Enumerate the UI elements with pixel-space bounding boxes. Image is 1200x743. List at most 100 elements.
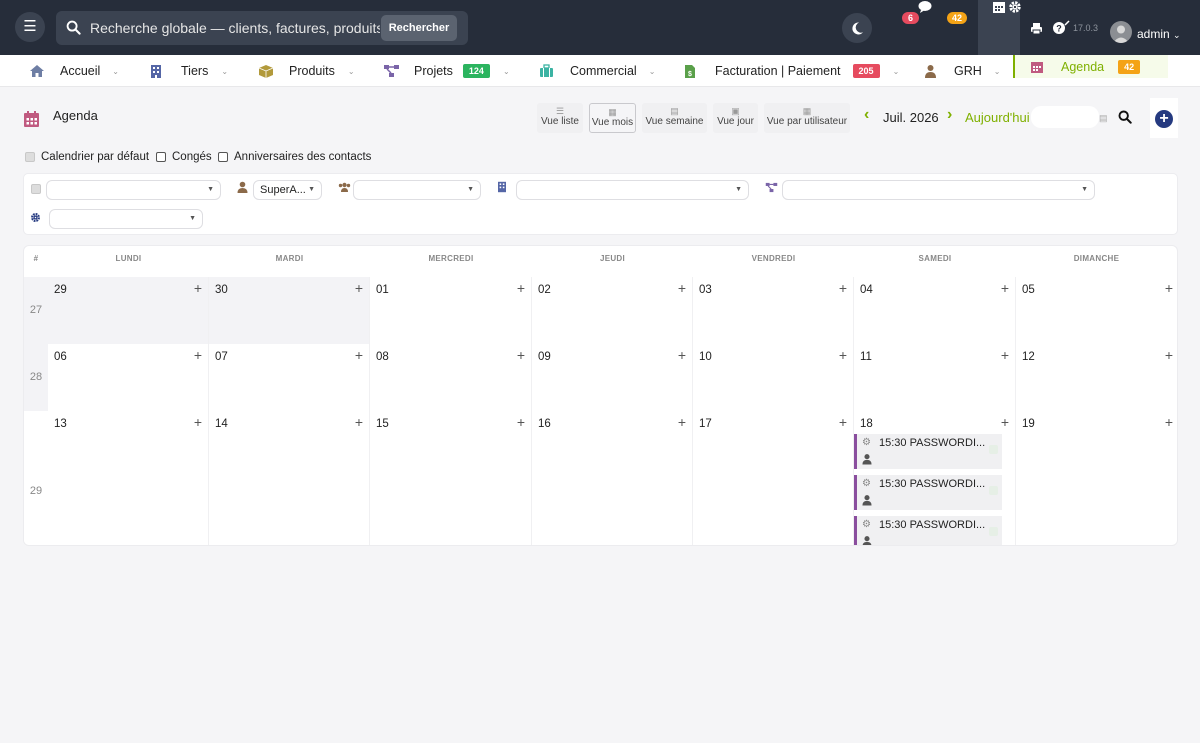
project-select[interactable]: ▼ [782,180,1095,200]
add-event-icon[interactable]: + [517,280,525,296]
add-event-icon[interactable]: + [839,347,847,363]
view-label: Vue liste [541,116,579,127]
day-cell[interactable]: 11 + [854,344,1016,411]
add-event-icon[interactable]: + [517,414,525,430]
add-event-icon[interactable]: + [194,280,202,296]
add-event-icon[interactable]: + [1165,280,1173,296]
add-event-icon[interactable]: + [1001,280,1009,296]
nav-label: Facturation | Paiement [715,64,841,78]
nav-item-agenda[interactable]: Agenda 42 [1013,55,1168,78]
view-week-button[interactable]: ▤ Vue semaine [642,103,707,133]
user-group-select[interactable]: ▼ [353,180,481,200]
day-number: 16 [538,418,551,430]
add-event-icon[interactable]: + [355,347,363,363]
day-cell[interactable]: 02 + [532,277,693,344]
checkbox[interactable] [25,152,35,162]
day-cell[interactable]: 13 + [48,411,209,545]
agenda-count-badge[interactable]: 42 [947,12,968,24]
add-event-icon[interactable]: + [839,280,847,296]
holidays-check[interactable]: Congés [156,151,212,163]
day-cell[interactable]: 03 + [693,277,854,344]
day-cell[interactable]: 09 + [532,344,693,411]
day-cell[interactable]: 30 + [209,277,370,344]
day-cell[interactable]: 18 + ⚙ 15:30 PASSWORDI... ⚙ 15:30 PASSWOR… [854,411,1016,545]
avatar[interactable] [1110,21,1132,43]
search-button[interactable]: Rechercher [381,15,457,41]
status-select[interactable]: ▼ [49,209,203,229]
add-event-button[interactable]: + [1155,110,1173,128]
view-list-button[interactable]: ☰ Vue liste [537,103,583,133]
add-event-icon[interactable]: + [1001,414,1009,430]
day-cell[interactable]: 15 + [370,411,532,545]
day-cell[interactable]: 16 + [532,411,693,545]
nav-item-commercial[interactable]: Commercial ⌄ [539,55,655,87]
view-per-user-button[interactable]: ▦ Vue par utilisateur [764,103,850,133]
day-number: 15 [376,418,389,430]
print-icon[interactable] [1030,22,1043,38]
day-cell[interactable]: 01 + [370,277,532,344]
day-cell[interactable]: 04 + [854,277,1016,344]
day-cell[interactable]: 10 + [693,344,854,411]
add-event-icon[interactable]: + [678,347,686,363]
birthdays-check[interactable]: Anniversaires des contacts [218,151,371,163]
svg-text:$: $ [688,71,692,78]
checkbox[interactable] [156,152,166,162]
calendar-picker-icon[interactable]: ▤ [1099,113,1108,124]
day-cell[interactable]: 06 + [48,344,209,411]
day-cell[interactable]: 19 + [1016,411,1177,545]
dropdown-arrow-icon: ▼ [467,186,474,193]
day-cell[interactable]: 07 + [209,344,370,411]
day-cell[interactable]: 17 + [693,411,854,545]
calendar-event[interactable]: ⚙ 15:30 PASSWORDI... [854,516,1002,545]
add-event-icon[interactable]: + [355,414,363,430]
dark-mode-toggle[interactable] [842,13,872,43]
chat-icon[interactable] [918,0,932,16]
day-number: 12 [1022,351,1035,363]
today-button[interactable]: Aujourd'hui [965,110,1030,125]
day-cell[interactable]: 12 + [1016,344,1177,411]
user-select[interactable]: SuperA... ▼ [253,180,322,200]
previous-month-button[interactable]: ‹ [864,106,869,124]
thirdparty-select[interactable]: ▼ [516,180,749,200]
hamburger-icon[interactable]: ☰ [15,12,45,42]
view-label: Vue jour [717,116,754,127]
view-month-button[interactable]: ▦ Vue mois [589,103,636,133]
add-event-icon[interactable]: + [1165,414,1173,430]
event-type-select[interactable]: ▼ [46,180,221,200]
nav-item-hr[interactable]: GRH ⌄ [924,55,1000,87]
filter-type-checkbox[interactable] [31,184,41,194]
default-calendar-check[interactable]: Calendrier par défaut [25,151,149,163]
day-cell[interactable]: 29 + [48,277,209,344]
add-event-icon[interactable]: + [1165,347,1173,363]
next-month-button[interactable]: › [947,106,952,124]
nav-item-products[interactable]: Produits ⌄ [258,55,355,87]
day-cell[interactable]: 05 + [1016,277,1177,344]
add-event-icon[interactable]: + [678,414,686,430]
add-event-icon[interactable]: + [517,347,525,363]
global-search-input[interactable] [90,11,380,45]
add-event-icon[interactable]: + [194,347,202,363]
calendar-event[interactable]: ⚙ 15:30 PASSWORDI... [854,434,1002,469]
add-event-icon[interactable]: + [839,414,847,430]
nav-item-home[interactable]: Accueil ⌄ [29,55,119,87]
add-event-icon[interactable]: + [1001,347,1009,363]
add-event-icon[interactable]: + [355,280,363,296]
user-menu[interactable]: admin ⌄ [1137,27,1181,41]
day-cell[interactable]: 14 + [209,411,370,545]
chevron-down-icon: ⌄ [1173,30,1181,40]
calendar-event[interactable]: ⚙ 15:30 PASSWORDI... [854,475,1002,510]
nav-item-projects[interactable]: Projets 124 ⌄ [383,55,510,87]
day-cell[interactable]: 08 + [370,344,532,411]
help-icon[interactable]: ? [1052,20,1070,39]
nav-label: Tiers [181,64,209,78]
checkbox[interactable] [218,152,228,162]
nav-item-tiers[interactable]: Tiers ⌄ [150,55,228,87]
gear-icon[interactable] [1008,0,1022,17]
messages-badge[interactable]: 6 [902,12,920,24]
add-event-icon[interactable]: + [678,280,686,296]
nav-item-billing[interactable]: $ Facturation | Paiement 205 ⌄ [684,55,899,87]
date-input[interactable] [1031,106,1099,128]
view-day-button[interactable]: ▣ Vue jour [713,103,758,133]
add-event-icon[interactable]: + [194,414,202,430]
search-icon[interactable] [1118,110,1132,124]
